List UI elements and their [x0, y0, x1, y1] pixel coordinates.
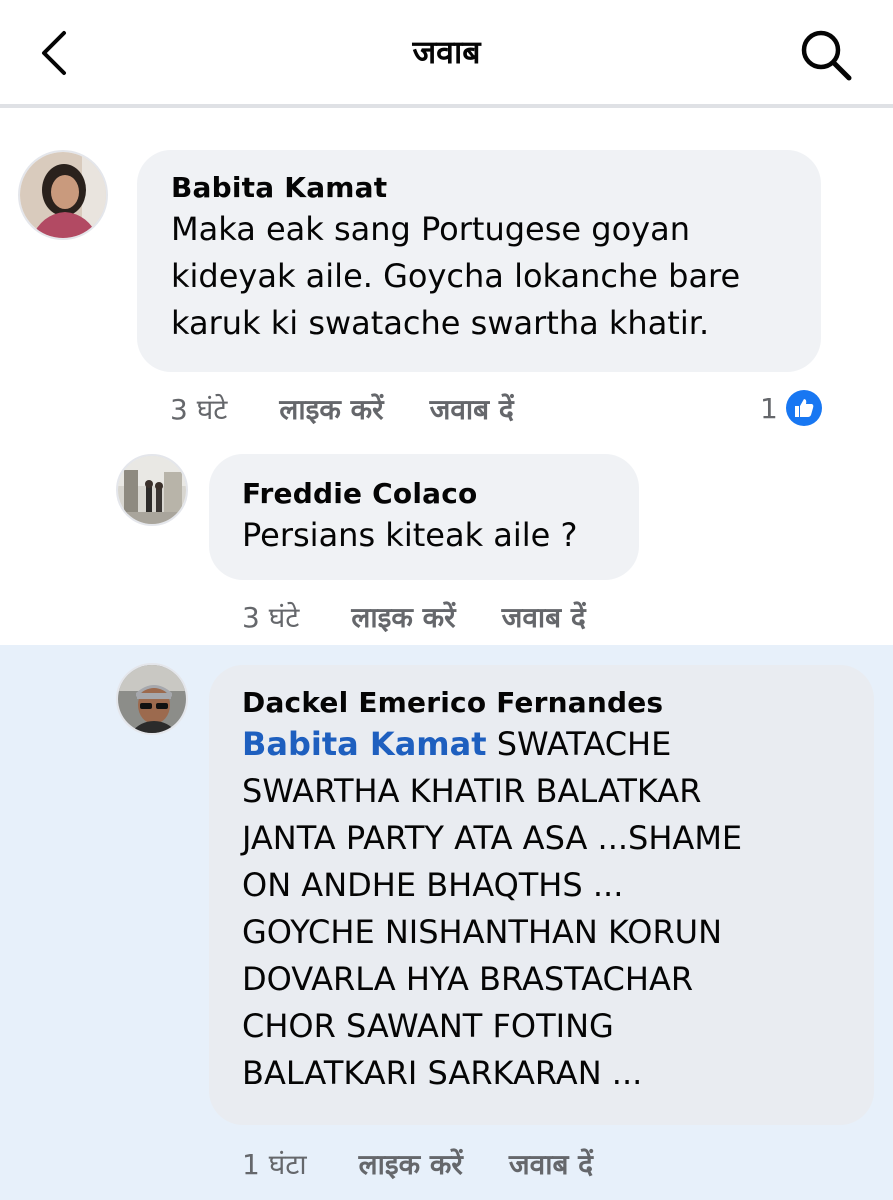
- back-button[interactable]: [30, 28, 78, 78]
- like-button[interactable]: लाइक करें: [279, 390, 383, 428]
- comment-author[interactable]: Freddie Colaco: [242, 476, 639, 512]
- like-button[interactable]: लाइक करें: [351, 598, 455, 636]
- reply-button[interactable]: जवाब दें: [502, 598, 586, 636]
- comment-text: Persians kiteak aile ?: [242, 516, 578, 554]
- reply-button[interactable]: जवाब दें: [509, 1145, 593, 1183]
- top-bar: जवाब: [0, 0, 893, 108]
- like-button[interactable]: लाइक करें: [359, 1145, 463, 1183]
- avatar[interactable]: [116, 454, 188, 526]
- comment-time[interactable]: 3 घंटे: [242, 598, 299, 636]
- reaction-count-text: 1: [760, 391, 778, 425]
- profile-photo-icon: [118, 456, 186, 524]
- comment-author[interactable]: Dackel Emerico Fernandes: [242, 685, 874, 721]
- comment-bubble: Dackel Emerico Fernandes Babita Kamat SW…: [209, 665, 874, 1125]
- comment-text: Babita Kamat SWATACHE SWARTHA KHATIR BAL…: [242, 721, 874, 1097]
- comment-bubble: Freddie Colaco Persians kiteak aile ?: [209, 454, 639, 580]
- avatar[interactable]: [116, 663, 188, 735]
- profile-photo-icon: [20, 152, 106, 238]
- comment-author[interactable]: Babita Kamat: [171, 170, 821, 206]
- comment-time[interactable]: 3 घंटे: [170, 390, 227, 428]
- reply-button[interactable]: जवाब दें: [430, 390, 514, 428]
- like-reaction-icon: [785, 390, 822, 426]
- comment-body: SWATACHE SWARTHA KHATIR BALATKAR JANTA P…: [242, 725, 743, 1092]
- mention-link[interactable]: Babita Kamat: [242, 725, 487, 763]
- reaction-count[interactable]: 1: [760, 390, 822, 426]
- chevron-left-icon: [42, 31, 66, 75]
- search-icon: [801, 30, 852, 81]
- comment-actions: 3 घंटे लाइक करें जवाब दें: [170, 390, 560, 428]
- page-title: जवाब: [412, 33, 481, 71]
- avatar[interactable]: [18, 150, 108, 240]
- comment-actions: 1 घंटा लाइक करें जवाब दें: [242, 1145, 639, 1183]
- comment-actions: 3 घंटे लाइक करें जवाब दें: [242, 598, 632, 636]
- comment-bubble: Babita Kamat Maka eak sang Portugese goy…: [137, 150, 821, 372]
- comment-time[interactable]: 1 घंटा: [242, 1145, 307, 1183]
- search-button[interactable]: [797, 26, 855, 84]
- comment-text: Maka eak sang Portugese goyan kideyak ai…: [171, 210, 741, 342]
